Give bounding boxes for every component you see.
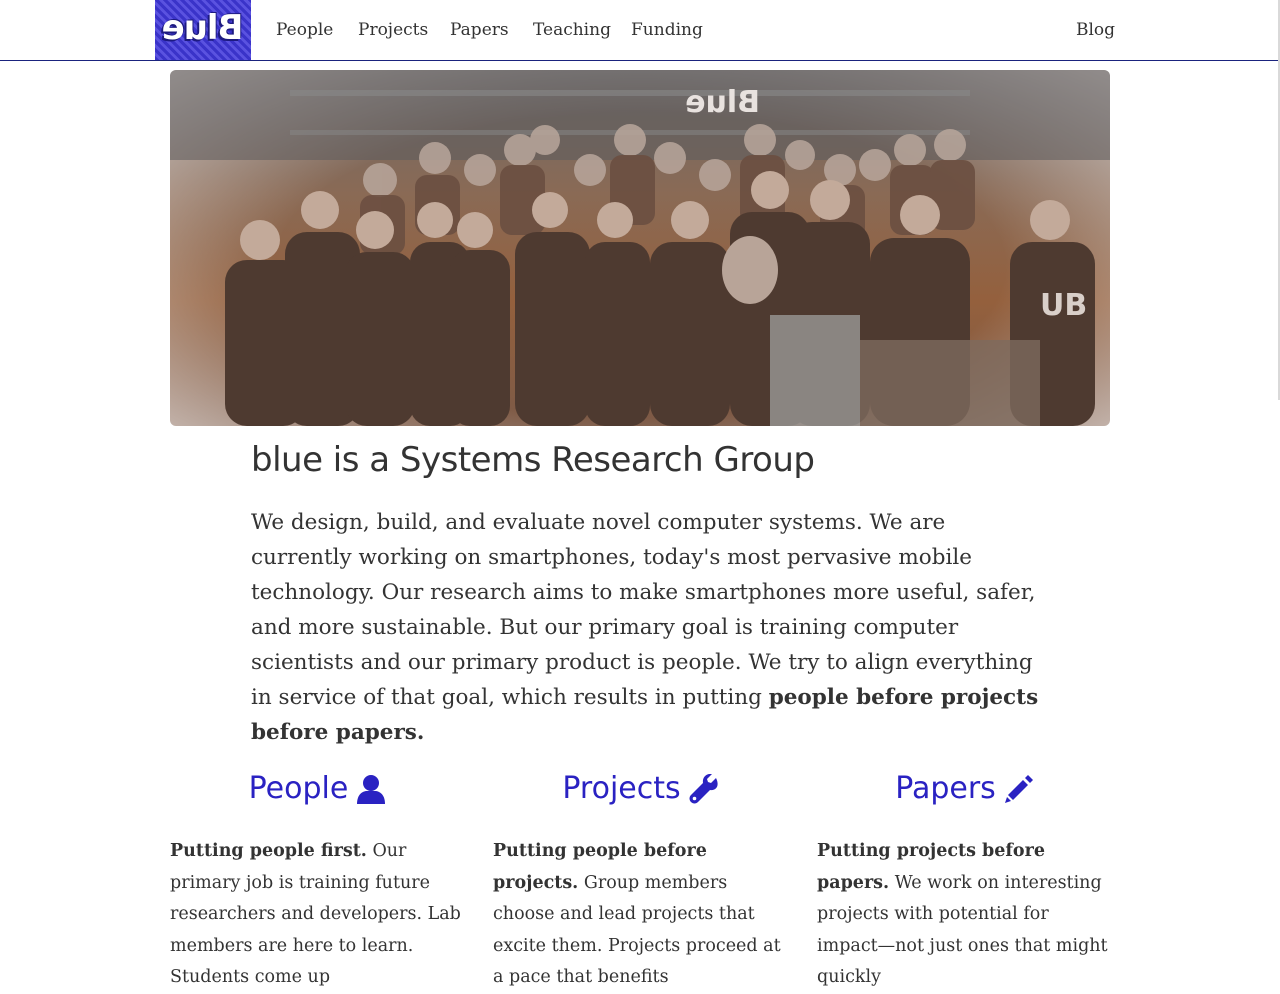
nav-link-blog[interactable]: Blog — [1076, 20, 1115, 40]
nav-link-projects[interactable]: Projects — [358, 20, 428, 40]
projects-heading-link[interactable]: Projects — [493, 770, 788, 826]
logo[interactable]: Blue — [155, 0, 251, 60]
people-heading-link[interactable]: People — [170, 770, 465, 826]
pencil-icon — [1004, 774, 1033, 803]
intro-paragraph: We design, build, and evaluate novel com… — [251, 505, 1041, 750]
people-body: Our primary job is training future resea… — [170, 841, 461, 987]
group-photo-illustration: Blue UB — [170, 70, 1110, 426]
wrench-icon — [689, 773, 718, 803]
page-title: blue is a Systems Research Group — [251, 440, 815, 480]
hero-group-photo: Blue UB — [170, 70, 1110, 426]
people-heading: People — [248, 771, 349, 806]
projects-description: Putting people before projects. Group me… — [493, 836, 788, 994]
user-icon — [357, 774, 386, 804]
projects-heading: Projects — [562, 771, 681, 806]
papers-heading: Papers — [895, 771, 996, 806]
intro-text: We design, build, and evaluate novel com… — [251, 510, 1036, 710]
nav-link-teaching[interactable]: Teaching — [533, 20, 611, 40]
people-description: Putting people first. Our primary job is… — [170, 836, 465, 994]
logo-text: Blue — [162, 8, 244, 48]
nav-link-papers[interactable]: Papers — [450, 20, 509, 40]
people-lead: Putting people first. — [170, 841, 367, 861]
nav-link-people[interactable]: People — [276, 20, 333, 40]
lab-sign: Blue — [685, 85, 760, 120]
navbar: Blue People Projects Papers Teaching Fun… — [0, 0, 1280, 61]
svg-text:UB: UB — [1040, 288, 1087, 323]
papers-heading-link[interactable]: Papers — [817, 770, 1112, 826]
nav-link-funding[interactable]: Funding — [631, 20, 703, 40]
papers-description: Putting projects before papers. We work … — [817, 836, 1112, 994]
